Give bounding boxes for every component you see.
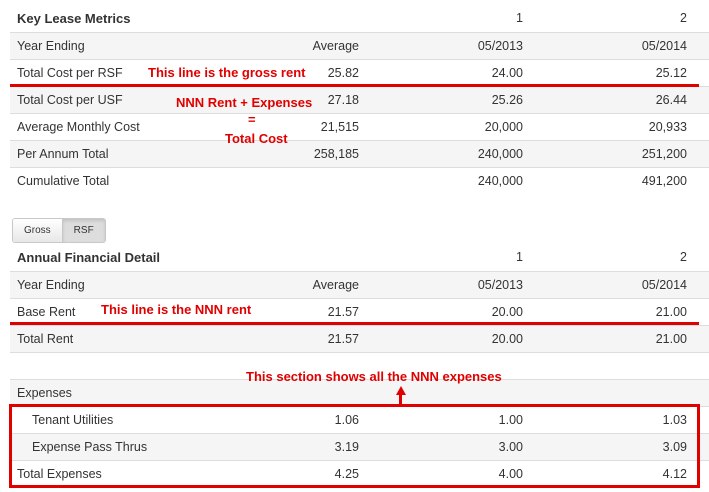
row-label: Per Annum Total bbox=[17, 147, 109, 161]
row-label: Total Rent bbox=[17, 332, 74, 346]
total-cost-annotation-line1: NNN Rent + Expenses bbox=[176, 95, 313, 110]
row-label: Expenses bbox=[17, 386, 72, 400]
row-label: Average Monthly Cost bbox=[17, 120, 140, 134]
row-value-2: 25.12 bbox=[655, 66, 687, 80]
row-value-1: 05/2013 bbox=[477, 39, 523, 53]
expenses-annotation: This section shows all the NNN expenses bbox=[246, 369, 502, 384]
row-value-2: 20,933 bbox=[648, 120, 687, 134]
row-label: Cumulative Total bbox=[17, 174, 110, 188]
row-value-2: 491,200 bbox=[641, 174, 687, 188]
table-title: Key Lease Metrics bbox=[17, 11, 131, 26]
row-value-2: 05/2014 bbox=[641, 278, 687, 292]
row-average: 27.18 bbox=[327, 93, 359, 107]
row-value-1: 240,000 bbox=[477, 147, 523, 161]
row-average: 21.57 bbox=[327, 332, 359, 346]
row-value-1: 05/2013 bbox=[477, 278, 523, 292]
column-header-2: 2 bbox=[680, 250, 687, 264]
total-cost-annotation-line3: Total Cost bbox=[225, 131, 288, 146]
table-header: Annual Financial Detail 1 2 bbox=[10, 244, 709, 271]
nnn-rent-annotation: This line is the NNN rent bbox=[101, 302, 252, 317]
expenses-highlight-box bbox=[9, 404, 700, 488]
row-average: 21,515 bbox=[320, 120, 359, 134]
table-row-cumulative-total: Cumulative Total 240,000 491,200 bbox=[10, 167, 709, 194]
column-header-1: 1 bbox=[516, 11, 523, 25]
total-cost-annotation-line2: = bbox=[248, 112, 256, 127]
row-label: Total Cost per USF bbox=[17, 93, 123, 107]
row-label: Total Cost per RSF bbox=[17, 66, 123, 80]
column-header-2: 2 bbox=[680, 11, 687, 25]
table-row-average-monthly-cost: Average Monthly Cost 21,515 20,000 20,93… bbox=[10, 113, 709, 140]
nnn-rent-underline bbox=[10, 322, 699, 325]
row-value-2: 05/2014 bbox=[641, 39, 687, 53]
row-value-1: 240,000 bbox=[477, 174, 523, 188]
row-average: Average bbox=[312, 278, 359, 292]
row-label: Year Ending bbox=[17, 278, 85, 292]
row-value-2: 251,200 bbox=[641, 147, 687, 161]
table-header: Key Lease Metrics 1 2 bbox=[10, 5, 709, 32]
row-value-2: 21.00 bbox=[655, 332, 687, 346]
gross-rent-annotation: This line is the gross rent bbox=[148, 65, 306, 80]
table-row-year-ending: Year Ending Average 05/2013 05/2014 bbox=[10, 32, 709, 59]
gross-button[interactable]: Gross bbox=[13, 219, 62, 242]
cost-basis-toggle: Gross RSF bbox=[12, 218, 106, 243]
row-average: 25.82 bbox=[327, 66, 359, 80]
row-label: Year Ending bbox=[17, 39, 85, 53]
row-average: 258,185 bbox=[313, 147, 359, 161]
gross-rent-underline bbox=[10, 84, 699, 87]
row-value-1: 24.00 bbox=[491, 66, 523, 80]
table-row-total-rent: Total Rent 21.57 20.00 21.00 bbox=[10, 325, 709, 352]
table-row-per-annum-total: Per Annum Total 258,185 240,000 251,200 bbox=[10, 140, 709, 167]
column-header-1: 1 bbox=[516, 250, 523, 264]
table-title: Annual Financial Detail bbox=[17, 250, 161, 265]
row-value-1: 25.26 bbox=[491, 93, 523, 107]
row-average: Average bbox=[312, 39, 359, 53]
row-value-2: 26.44 bbox=[655, 93, 687, 107]
rsf-button[interactable]: RSF bbox=[61, 219, 105, 242]
table-row-year-ending: Year Ending Average 05/2013 05/2014 bbox=[10, 271, 709, 298]
table-row-total-cost-rsf: Total Cost per RSF 25.82 24.00 25.12 bbox=[10, 59, 709, 86]
row-value-1: 20.00 bbox=[491, 332, 523, 346]
table-row-total-cost-usf: Total Cost per USF 27.18 25.26 26.44 bbox=[10, 86, 709, 113]
row-value-1: 20,000 bbox=[484, 120, 523, 134]
